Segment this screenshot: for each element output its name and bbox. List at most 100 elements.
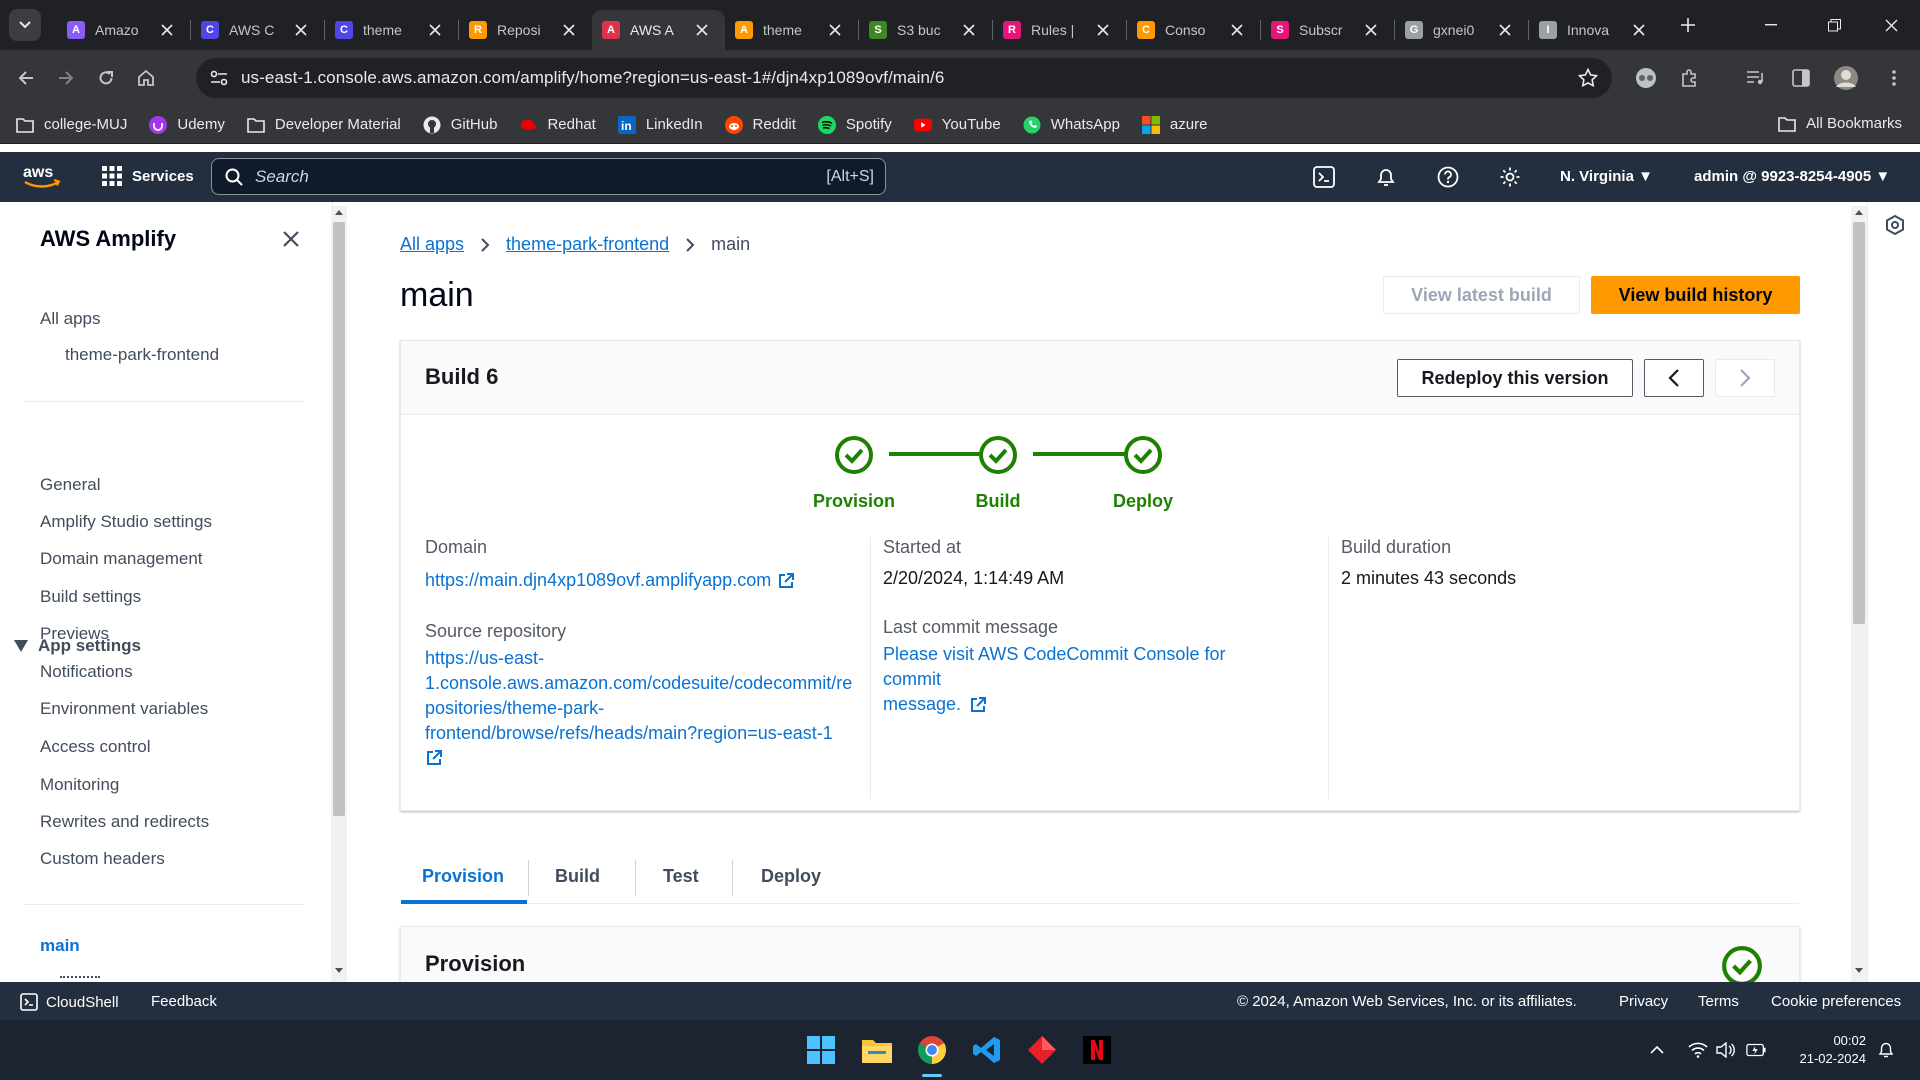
info-panel-button[interactable]	[1885, 215, 1905, 235]
extensions-button[interactable]	[1672, 60, 1708, 96]
cookie-preferences-link[interactable]: Cookie preferences	[1771, 993, 1901, 1010]
address-bar[interactable]: us-east-1.console.aws.amazon.com/amplify…	[196, 58, 1612, 98]
profile-button[interactable]	[1828, 60, 1864, 96]
sidebar-scroll-thumb[interactable]	[333, 222, 345, 816]
domain-link[interactable]: https://main.djn4xp1089ovf.amplifyapp.co…	[425, 568, 855, 593]
sidebar-item-previews[interactable]: Previews	[40, 624, 109, 644]
battery-status[interactable]	[1746, 1040, 1766, 1060]
sidebar-item-branch-main[interactable]: main	[40, 936, 80, 956]
commit-message-line[interactable]: Please visit AWS CodeCommit Console for …	[883, 642, 1283, 692]
browser-tab[interactable]: S Subscr	[1261, 10, 1394, 50]
next-build-button[interactable]	[1715, 359, 1775, 397]
chrome-taskbar-button[interactable]	[916, 1034, 948, 1066]
new-tab-button[interactable]	[1674, 11, 1702, 39]
browser-tab[interactable]: Atheme	[725, 10, 858, 50]
previous-build-button[interactable]	[1644, 359, 1704, 397]
breadcrumb-app[interactable]: theme-park-frontend	[506, 234, 669, 255]
view-latest-build-button[interactable]: View latest build	[1383, 276, 1580, 314]
back-button[interactable]	[8, 60, 44, 96]
close-tab-icon[interactable]	[158, 21, 176, 39]
services-menu-button[interactable]: Services	[102, 166, 194, 186]
vscode-button[interactable]	[971, 1034, 1003, 1066]
browser-tab[interactable]: A AWS A	[592, 10, 725, 50]
close-window-button[interactable]	[1861, 0, 1920, 50]
view-build-history-button[interactable]: View build history	[1591, 276, 1800, 314]
cloudshell-footer-button[interactable]: CloudShell	[20, 993, 119, 1011]
repo-url-line[interactable]: https://us-east-	[425, 646, 855, 671]
browser-tab[interactable]: Ggxnei0	[1395, 10, 1528, 50]
tab-deploy[interactable]: Deploy	[761, 848, 821, 904]
home-button[interactable]	[128, 60, 164, 96]
bookmark-star-icon[interactable]	[1578, 68, 1598, 88]
wifi-status[interactable]	[1688, 1040, 1708, 1060]
tab-provision[interactable]: Provision	[422, 848, 504, 904]
sidebar-item-rewrites-and-redirects[interactable]: Rewrites and redirects	[40, 812, 209, 832]
cloudshell-button[interactable]	[1312, 165, 1336, 189]
chrome-menu-button[interactable]	[1876, 60, 1912, 96]
repo-url-line[interactable]: frontend/browse/refs/heads/main?region=u…	[425, 721, 855, 746]
source-repository-link[interactable]: https://us-east- 1.console.aws.amazon.co…	[425, 646, 855, 767]
profile-incognito-button[interactable]	[1628, 60, 1664, 96]
sidebar-item-environment-variables[interactable]: Environment variables	[40, 699, 208, 719]
main-scroll-thumb[interactable]	[1853, 222, 1865, 624]
start-button[interactable]	[805, 1034, 837, 1066]
sidebar-item-access-control[interactable]: Access control	[40, 737, 151, 757]
show-hidden-icons-button[interactable]	[1647, 1040, 1667, 1060]
sidebar-item-app[interactable]: theme-park-frontend	[65, 345, 219, 365]
reload-button[interactable]	[88, 60, 124, 96]
terms-link[interactable]: Terms	[1698, 993, 1739, 1010]
feedback-link[interactable]: Feedback	[151, 993, 217, 1010]
restore-button[interactable]	[1804, 0, 1864, 50]
bookmark-item[interactable]: azure	[1141, 115, 1207, 134]
browser-tab[interactable]: S S3 buc	[859, 10, 992, 50]
bookmark-item[interactable]: GitHub	[423, 116, 497, 134]
aws-logo[interactable]: aws	[22, 162, 62, 190]
browser-tab[interactable]: R Reposi	[459, 10, 592, 50]
side-panel-button[interactable]	[1783, 60, 1819, 96]
sidebar-item-custom-headers[interactable]: Custom headers	[40, 849, 165, 869]
close-tab-icon[interactable]	[826, 21, 844, 39]
sidebar-item-domain-management[interactable]: Domain management	[40, 549, 203, 569]
tab-search-button[interactable]	[9, 9, 41, 41]
close-tab-icon[interactable]	[960, 21, 978, 39]
close-tab-icon[interactable]	[1094, 21, 1112, 39]
account-menu[interactable]: admin @ 9923-8254-4905 ▼	[1694, 168, 1890, 185]
aws-search-input[interactable]: Search [Alt+S]	[211, 158, 886, 195]
sidebar-item-amplify-studio-settings[interactable]: Amplify Studio settings	[40, 512, 212, 532]
tab-build[interactable]: Build	[555, 848, 600, 904]
browser-tab[interactable]: R Rules |	[993, 10, 1126, 50]
git-client-button[interactable]	[1026, 1034, 1058, 1066]
close-tab-icon[interactable]	[1228, 21, 1246, 39]
region-selector[interactable]: N. Virginia ▼	[1560, 168, 1653, 185]
sidebar-item-all-apps[interactable]: All apps	[40, 309, 100, 329]
bookmark-item[interactable]: Developer Material	[247, 116, 401, 134]
bookmark-item[interactable]: college-MUJ	[16, 116, 127, 134]
close-sidebar-button[interactable]	[282, 230, 300, 248]
close-tab-icon[interactable]	[560, 21, 578, 39]
settings-button[interactable]	[1498, 165, 1522, 189]
file-explorer-button[interactable]	[861, 1034, 893, 1066]
bookmark-item[interactable]: Reddit	[724, 115, 796, 134]
commit-message-line[interactable]: message.	[883, 692, 961, 717]
commit-console-link[interactable]: Please visit AWS CodeCommit Console for …	[883, 642, 1283, 717]
netflix-button[interactable]	[1081, 1034, 1113, 1066]
system-clock[interactable]: 00:02 21-02-2024	[1800, 1032, 1867, 1068]
browser-tab[interactable]: I Innova	[1529, 10, 1662, 50]
all-bookmarks[interactable]: All Bookmarks	[1778, 115, 1902, 132]
minimize-button[interactable]	[1741, 0, 1801, 50]
media-controls-button[interactable]	[1738, 60, 1774, 96]
browser-tab[interactable]: C Conso	[1127, 10, 1260, 50]
browser-tab[interactable]: Ctheme	[325, 10, 458, 50]
bookmark-item[interactable]: Udemy	[149, 115, 225, 134]
browser-tab[interactable]: A Amazo	[57, 10, 190, 50]
notifications-button[interactable]	[1374, 165, 1398, 189]
close-tab-icon[interactable]	[693, 21, 711, 39]
sidebar-scrollbar[interactable]	[331, 206, 347, 982]
close-tab-icon[interactable]	[426, 21, 444, 39]
tab-test[interactable]: Test	[663, 848, 699, 904]
breadcrumb-all-apps[interactable]: All apps	[400, 234, 464, 255]
volume-status[interactable]	[1716, 1040, 1736, 1060]
sidebar-item-general[interactable]: General	[40, 475, 100, 495]
main-scrollbar[interactable]	[1851, 206, 1867, 982]
sidebar-item-monitoring[interactable]: Monitoring	[40, 775, 119, 795]
